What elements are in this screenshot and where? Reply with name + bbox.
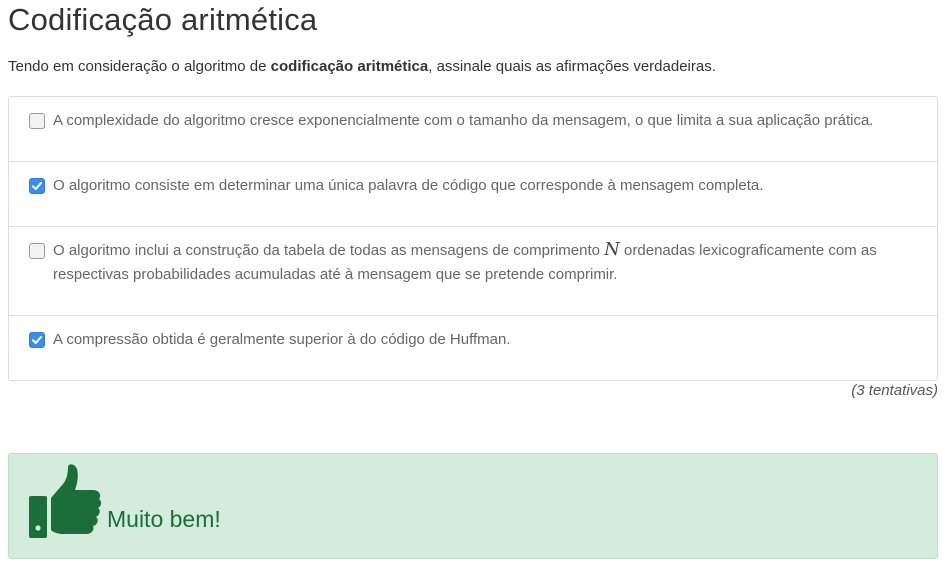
- option-4[interactable]: A compressão obtida é geralmente superio…: [9, 316, 937, 381]
- option-2-text: O algoritmo consiste em determinar uma ú…: [53, 177, 764, 194]
- feedback-message: Muito bem!: [107, 506, 221, 532]
- prompt-keyword: codificação aritmética: [270, 58, 429, 75]
- checkmark-icon: [32, 182, 42, 190]
- quiz-page: Codificação aritmética Tendo em consider…: [0, 0, 945, 567]
- checkmark-icon: [32, 336, 42, 344]
- option-3-text: O algoritmo inclui a construção da tabel…: [53, 239, 877, 283]
- option-2[interactable]: O algoritmo consiste em determinar uma ú…: [9, 162, 937, 227]
- option-1-text: A complexidade do algoritmo cresce expon…: [53, 112, 874, 129]
- option-1[interactable]: A complexidade do algoritmo cresce expon…: [9, 97, 937, 162]
- math-variable-n: N: [604, 239, 620, 260]
- question-prompt: Tendo em consideração o algoritmo de cod…: [8, 58, 716, 75]
- option-4-checkbox[interactable]: [29, 332, 45, 348]
- option-1-checkbox[interactable]: [29, 113, 45, 129]
- option-3[interactable]: O algoritmo inclui a construção da tabel…: [9, 227, 937, 316]
- attempts-counter: (3 tentativas): [851, 382, 938, 399]
- page-title: Codificação aritmética: [8, 2, 318, 37]
- option-4-text: A compressão obtida é geralmente superio…: [53, 331, 511, 348]
- option-3-checkbox[interactable]: [29, 243, 45, 259]
- options-list: A complexidade do algoritmo cresce expon…: [8, 96, 938, 381]
- option-2-checkbox[interactable]: [29, 178, 45, 194]
- feedback-panel: Muito bem!: [8, 453, 938, 559]
- thumbs-up-icon: [29, 464, 102, 538]
